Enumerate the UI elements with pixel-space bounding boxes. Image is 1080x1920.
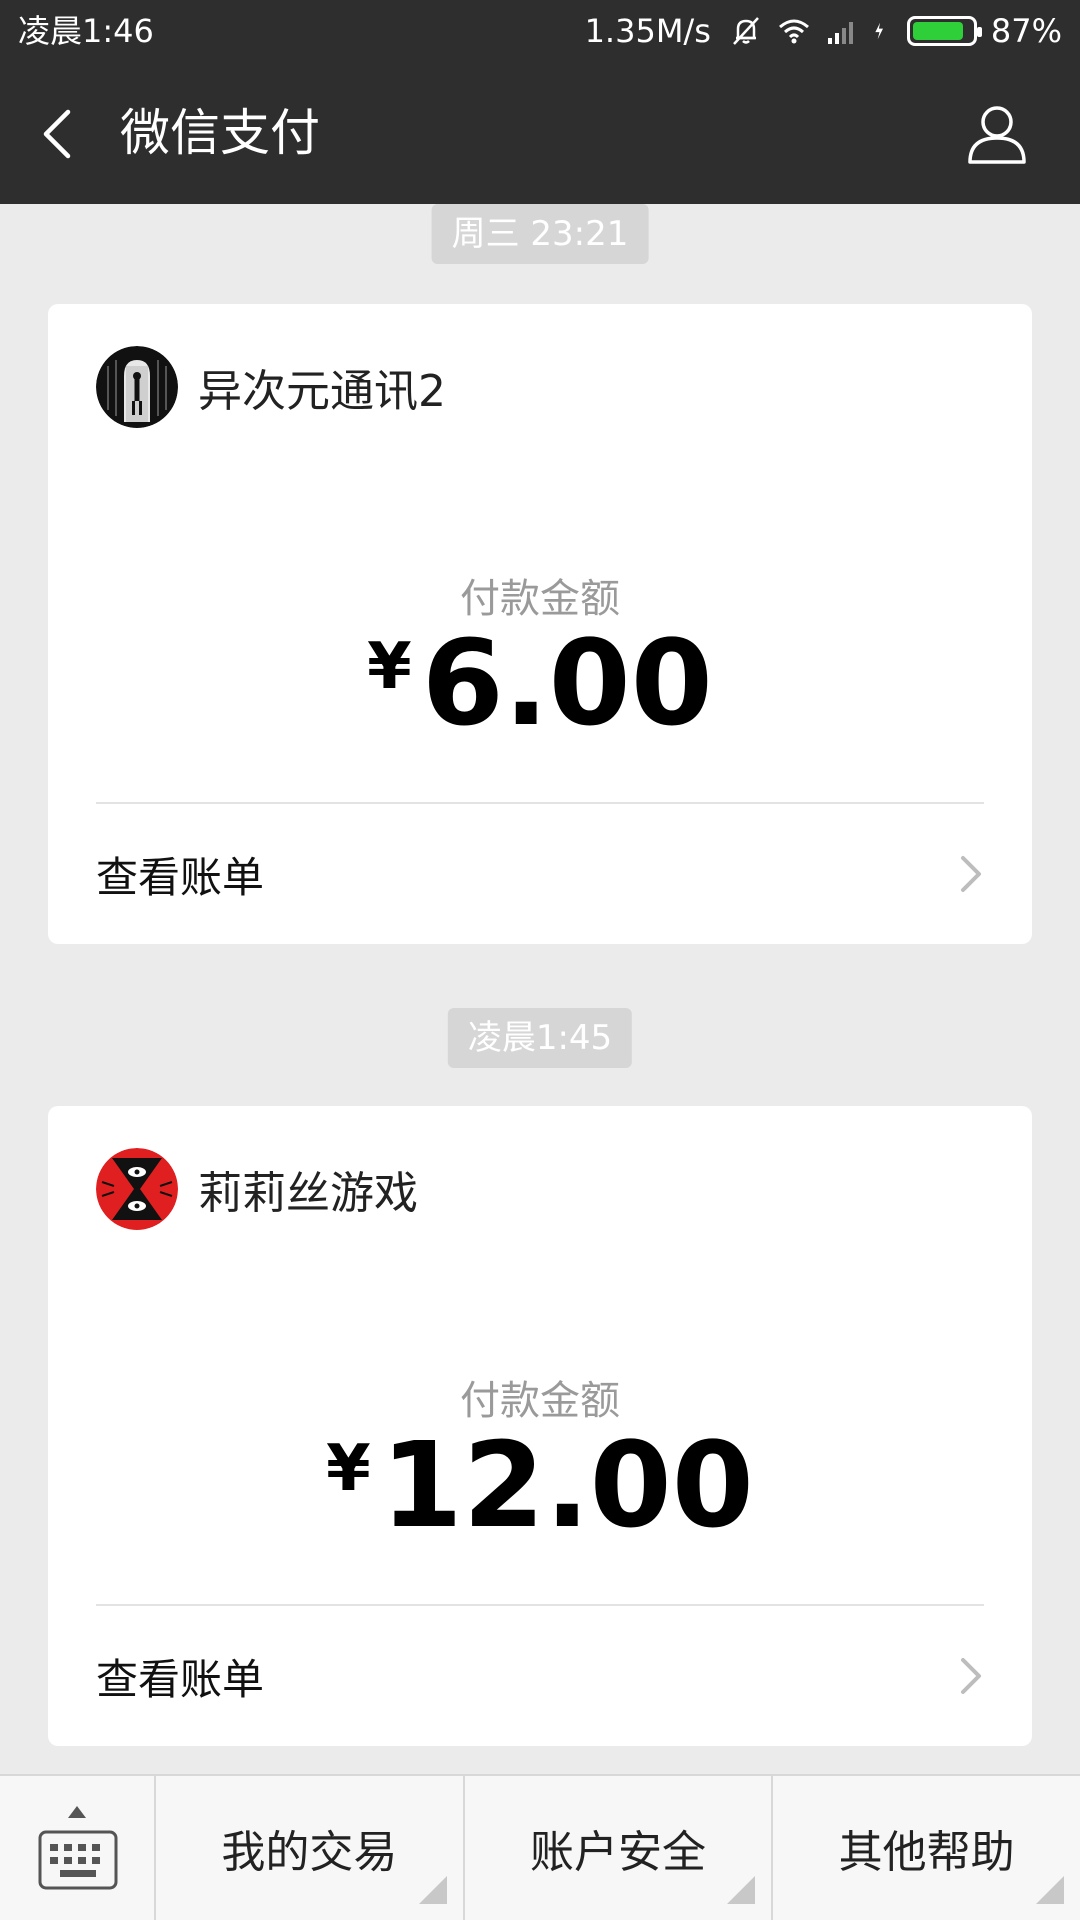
merchant-name: 莉莉丝游戏: [198, 1168, 418, 1219]
payment-card[interactable]: 莉莉丝游戏 付款金额 ¥12.00 查看账单: [48, 1106, 1032, 1746]
network-speed: 1.35M/s: [584, 12, 711, 50]
page-title: 微信支付: [120, 104, 320, 162]
amount: ¥12.00: [48, 1426, 1032, 1544]
mute-icon: [732, 17, 759, 45]
keyboard-icon: [38, 1830, 118, 1890]
battery-icon: [906, 16, 982, 46]
charging-icon: [875, 22, 883, 40]
view-bill-link[interactable]: 查看账单: [96, 1606, 984, 1746]
chevron-right-icon: [961, 856, 981, 892]
timestamp-chip: 周三 23:21: [431, 204, 649, 264]
chevron-right-icon: [961, 1658, 981, 1694]
profile-icon[interactable]: [964, 102, 1030, 166]
submenu-indicator-icon: [1036, 1876, 1065, 1904]
merchant-avatar: [96, 346, 178, 428]
status-time: 凌晨1:46: [18, 12, 154, 50]
view-bill-label: 查看账单: [96, 852, 265, 902]
menu-label: 其他帮助: [838, 1827, 1015, 1878]
signal-icon: [827, 22, 853, 44]
bottom-menu-bar: 我的交易 账户安全 其他帮助: [0, 1774, 1080, 1920]
currency-symbol: ¥: [367, 630, 412, 704]
back-icon[interactable]: [38, 106, 78, 162]
merchant-name: 异次元通讯2: [198, 366, 446, 417]
currency-symbol: ¥: [326, 1432, 371, 1506]
battery-percent: 87%: [990, 12, 1062, 50]
amount: ¥6.00: [48, 624, 1032, 742]
merchant-row: 异次元通讯2: [96, 346, 446, 428]
amount-value: 6.00: [421, 614, 713, 752]
menu-label: 我的交易: [221, 1827, 398, 1878]
submenu-indicator-icon: [727, 1876, 756, 1904]
merchant-avatar: [96, 1148, 178, 1230]
payment-card[interactable]: 异次元通讯2 付款金额 ¥6.00 查看账单: [48, 304, 1032, 944]
submenu-indicator-icon: [418, 1876, 447, 1904]
view-bill-label: 查看账单: [96, 1654, 265, 1704]
view-bill-link[interactable]: 查看账单: [96, 804, 984, 944]
menu-account-security[interactable]: 账户安全: [465, 1776, 774, 1920]
timestamp-chip: 凌晨1:45: [447, 1008, 633, 1068]
merchant-row: 莉莉丝游戏: [96, 1148, 418, 1230]
status-bar: 凌晨1:46 1.35M/s 87%: [0, 0, 1080, 62]
status-indicators: 1.35M/s 87%: [585, 0, 1062, 62]
caret-up-icon: [68, 1806, 86, 1818]
menu-label: 账户安全: [530, 1827, 706, 1878]
keyboard-toggle-button[interactable]: [0, 1776, 156, 1920]
wifi-icon: [778, 19, 809, 44]
battery-level: [912, 22, 964, 40]
menu-my-transactions[interactable]: 我的交易: [156, 1776, 465, 1920]
amount-value: 12.00: [380, 1416, 754, 1554]
menu-other-help[interactable]: 其他帮助: [773, 1776, 1080, 1920]
app-header: 微信支付: [0, 62, 1080, 204]
